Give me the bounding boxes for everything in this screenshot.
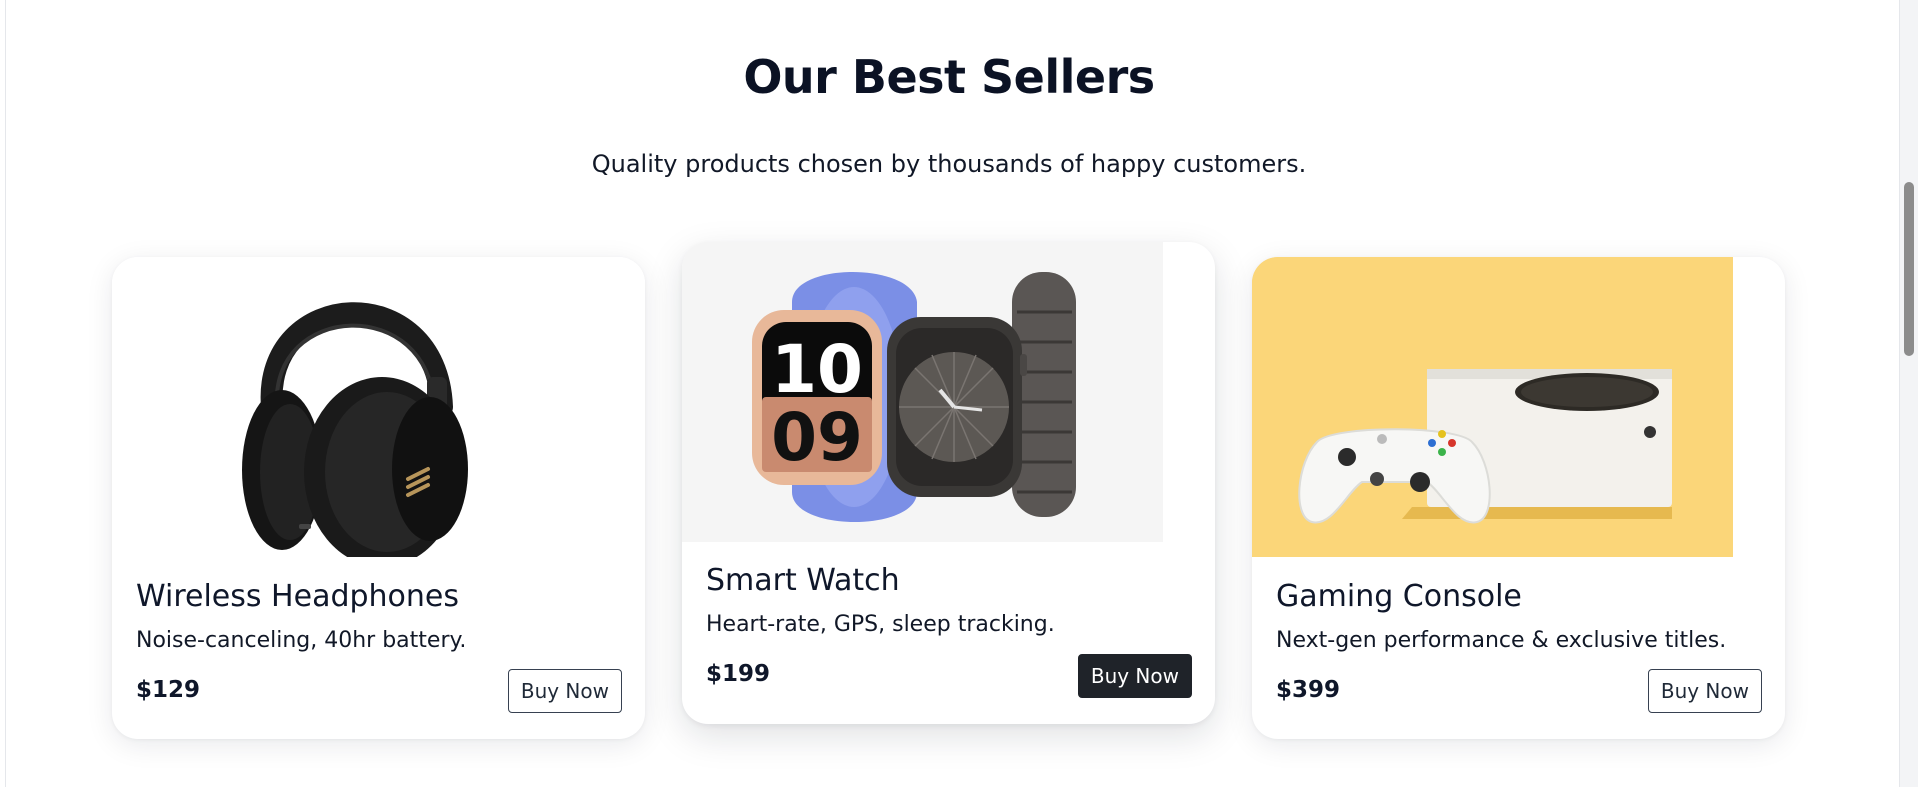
headphones-image <box>112 257 645 557</box>
product-description: Heart-rate, GPS, sleep tracking. <box>706 612 1055 637</box>
console-image <box>1252 257 1733 557</box>
product-description: Noise-canceling, 40hr battery. <box>136 628 467 653</box>
console-icon <box>1252 257 1733 557</box>
buy-now-button[interactable]: Buy Now <box>1077 654 1192 698</box>
scrollbar-thumb[interactable] <box>1904 182 1914 356</box>
product-title: Gaming Console <box>1276 579 1522 614</box>
headphones-icon <box>112 257 645 557</box>
product-title: Smart Watch <box>706 563 900 598</box>
product-description: Next-gen performance & exclusive titles. <box>1276 628 1727 653</box>
product-card-headphones[interactable]: Wireless Headphones Noise-canceling, 40h… <box>112 257 645 739</box>
smartwatch-image: 10 09 <box>682 242 1163 542</box>
watch-face-hours: 10 <box>771 331 863 408</box>
buy-now-button[interactable]: Buy Now <box>1647 669 1762 713</box>
product-price: $129 <box>136 677 201 703</box>
section-title: Our Best Sellers <box>743 50 1155 104</box>
watch-face-minutes: 09 <box>771 399 863 476</box>
smartwatch-icon: 10 09 <box>682 242 1163 542</box>
section-subtitle: Quality products chosen by thousands of … <box>591 150 1307 178</box>
product-card-smart-watch[interactable]: 10 09 Smart Watch Heart-rate, GPS, sleep… <box>682 242 1215 724</box>
buy-now-button[interactable]: Buy Now <box>507 669 622 713</box>
page-left-border <box>5 0 6 787</box>
product-card-gaming-console[interactable]: Gaming Console Next-gen performance & ex… <box>1252 257 1785 739</box>
scrollbar[interactable] <box>1899 0 1918 787</box>
product-title: Wireless Headphones <box>136 579 460 614</box>
product-price: $399 <box>1276 677 1341 703</box>
product-price: $199 <box>706 661 771 687</box>
